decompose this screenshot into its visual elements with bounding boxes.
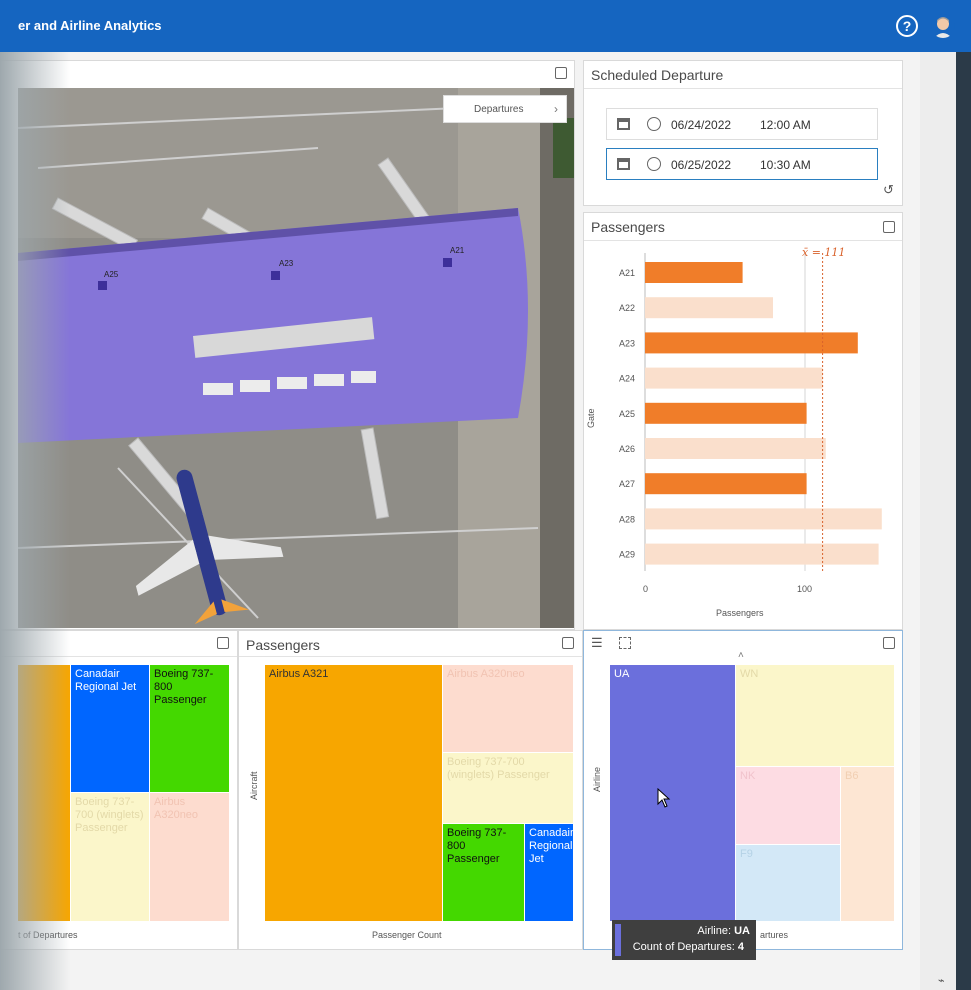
start-date[interactable]: 06/24/2022 [671,118,731,132]
desktop-edge [956,52,971,990]
start-time[interactable]: 12:00 AM [760,118,811,132]
treemap-cell-boeing-737-700[interactable]: Boeing 737-700 (winglets) Passenger [71,793,149,921]
calendar-icon[interactable] [617,118,630,130]
treemap-cell-boeing-737-800[interactable]: Boeing 737-800 Passenger [150,665,229,792]
treemap-cell-airbus-a321[interactable]: Airbus A321 [265,665,442,921]
tooltip-swatch [615,924,621,956]
departures-button-label: Departures [474,104,524,115]
expand-icon[interactable] [217,637,229,649]
schedule-title: Scheduled Departure [591,67,724,83]
end-datetime-field[interactable]: 06/25/2022 10:30 AM [606,148,878,180]
y-tick-label: A23 [619,338,635,348]
treemap-cell-f9[interactable]: F9 [736,845,840,921]
tooltip-airline: Airline: UA [697,925,750,937]
chevron-right-icon: › [554,102,558,116]
y-tick-label: A24 [619,374,635,384]
expand-icon[interactable] [562,637,574,649]
y-axis-label: Airline [592,766,602,792]
bar-a24[interactable] [645,367,823,389]
expand-icon[interactable] [883,637,895,649]
passengers-bar-chart: A21 A22 A23 A24 A25 A26 A27 A28 A29 [619,253,882,571]
bar-a22[interactable] [645,297,773,319]
bar-a28[interactable] [645,508,882,530]
x-tick-label: 0 [643,584,649,594]
end-date[interactable]: 06/25/2022 [671,158,731,172]
gate-label-a23: A23 [279,259,294,268]
passengers-treemap-title: Passengers [246,637,320,653]
x-tick-label: 100 [797,584,813,594]
x-axis-label: artures [760,930,789,940]
end-time[interactable]: 10:30 AM [760,158,811,172]
gate-label-a21: A21 [450,246,465,255]
treemap-cell-boeing-737-700[interactable]: Boeing 737-700 (winglets) Passenger [443,753,573,823]
treemap-cell-canadair[interactable]: Canadair Regional Jet [71,665,149,792]
share-icon[interactable]: ⌁ [938,974,945,987]
y-tick-label: A27 [619,479,635,489]
map-view[interactable] [18,88,574,628]
x-axis-label: Passengers [716,608,764,618]
list-icon[interactable]: ☰ [591,636,603,649]
tooltip-count: Count of Departures: 4 [632,941,744,953]
treemap-cell-ua[interactable]: UA [610,665,735,921]
mean-label: x̄ = 111 [802,246,846,259]
expand-icon[interactable] [555,67,567,79]
divider [584,88,902,89]
y-tick-label: A25 [619,409,635,419]
gate-label-a25: A25 [104,270,119,279]
expand-icon[interactable] [883,221,895,233]
treemap-cell-airbus-a320neo[interactable]: Airbus A320neo [443,665,573,752]
passengers-bar-title: Passengers [591,219,665,235]
tooltip: Airline: UA Count of Departures: 4 [612,920,756,960]
y-axis-label: Aircraft [249,771,259,800]
treemap-cell[interactable] [18,665,70,921]
treemap-cell-nk[interactable]: NK [736,767,840,844]
y-tick-label: A26 [619,444,635,454]
departures-button[interactable]: Departures › [443,95,567,123]
clock-icon[interactable] [647,117,661,131]
treemap-cell-canadair[interactable]: Canadair Regional Jet [525,824,573,921]
divider [1,656,237,657]
reset-icon[interactable]: ↺ [883,182,894,198]
x-axis-label: Passenger Count [372,930,442,940]
treemap-cell-wn[interactable]: WN [736,665,894,766]
bar-a26[interactable] [645,438,826,459]
clock-icon[interactable] [647,157,661,171]
help-icon[interactable]: ? [896,15,918,37]
bar-a27[interactable] [645,473,807,495]
scroll-gutter [920,52,956,990]
treemap-cell-b6[interactable]: B6 [841,767,894,921]
bar-a21[interactable] [645,262,743,283]
treemap-cell-airbus-a320neo[interactable]: Airbus A320neo [150,793,229,921]
select-icon[interactable] [619,637,631,649]
app-title: er and Airline Analytics [18,18,162,33]
cursor-icon [657,788,671,808]
bar-a25[interactable] [645,402,807,424]
y-tick-label: A21 [619,268,635,278]
treemap-cell-boeing-737-800[interactable]: Boeing 737-800 Passenger [443,824,524,921]
calendar-icon[interactable] [617,158,630,170]
bar-a29[interactable] [645,543,879,565]
user-avatar[interactable] [931,14,955,38]
bar-a23[interactable] [645,332,858,354]
y-tick-label: A28 [619,514,635,524]
start-datetime-field[interactable]: 06/24/2022 12:00 AM [606,108,878,140]
x-axis-label: t of Departures [18,930,78,940]
chevron-up-icon[interactable]: ˄ [738,650,744,661]
y-tick-label: A29 [619,550,635,560]
divider [239,656,582,657]
y-tick-label: A22 [619,303,635,313]
y-axis-label: Gate [586,408,596,428]
